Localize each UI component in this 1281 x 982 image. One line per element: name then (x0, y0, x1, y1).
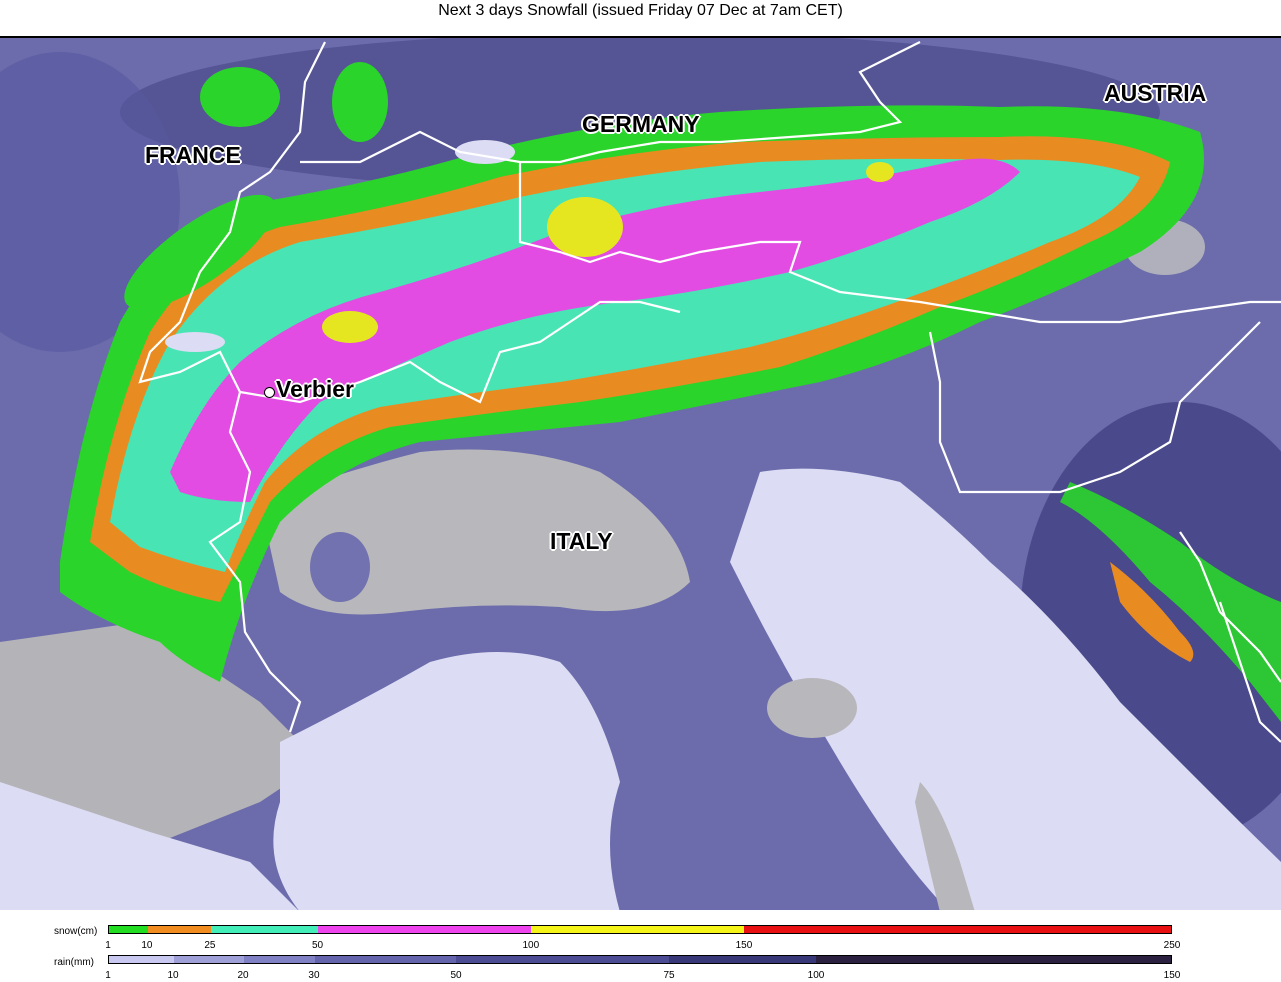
rain-legend-label: rain(mm) (54, 957, 94, 968)
snow-legend-segment (318, 926, 532, 933)
resort-marker-verbier[interactable] (264, 387, 275, 398)
country-label-france: FRANCE (145, 142, 241, 168)
country-label-italy: ITALY (550, 528, 613, 554)
snow-legend-tick: 25 (204, 940, 216, 951)
snow-legend-segment (743, 926, 1171, 933)
rain-legend-tick: 20 (237, 970, 249, 981)
po-valley-rain-spot (310, 532, 370, 602)
snow-legend-segment (531, 926, 744, 933)
snow-legend-segment (109, 926, 148, 933)
rain-color-bar (108, 955, 1172, 964)
rain-legend-tick: 50 (450, 970, 462, 981)
apennine-dry-spot (767, 678, 857, 738)
snow-legend-segment (210, 926, 319, 933)
country-label-austria: AUSTRIA (1104, 80, 1207, 106)
snow-legend-tick: 100 (522, 940, 540, 951)
snow-legend-tick: 150 (735, 940, 753, 951)
map-title: Next 3 days Snowfall (issued Friday 07 D… (438, 2, 843, 19)
rain-legend-tick: 150 (1163, 970, 1181, 981)
snow-vosges (200, 67, 280, 127)
rain-legend-tick: 10 (167, 970, 179, 981)
rain-legend-tick: 1 (105, 970, 111, 981)
rain-legend-segment (109, 956, 174, 963)
rain-legend-segment (243, 956, 315, 963)
snow-band-100-150-a (547, 197, 623, 257)
lake-geneva (165, 332, 225, 352)
snow-legend-tick: 1 (105, 940, 111, 951)
resort-label-verbier[interactable]: Verbier (276, 376, 354, 403)
rain-legend-segment (668, 956, 816, 963)
snow-band-100-150-c (866, 162, 894, 182)
rain-legend-tick: 100 (807, 970, 825, 981)
rain-legend-segment (173, 956, 244, 963)
legend: snow(cm) 1 10 25 50 100 150 250 rain(mm) 1 10 20… (0, 910, 1281, 982)
rain-legend-segment (314, 956, 457, 963)
country-label-germany: GERMANY (582, 111, 700, 137)
snow-legend-tick: 50 (311, 940, 324, 951)
snow-legend-segment (147, 926, 211, 933)
snow-legend-tick: 10 (141, 940, 153, 951)
snow-legend-tick: 250 (1163, 940, 1181, 951)
snow-band-100-150-b (322, 311, 378, 343)
rain-legend-tick: 30 (308, 970, 320, 981)
snow-black-forest (332, 62, 388, 142)
rain-legend-segment (815, 956, 1171, 963)
rain-legend-tick: 75 (663, 970, 675, 981)
snow-color-bar (108, 925, 1172, 934)
snow-legend-label: snow(cm) (54, 926, 98, 937)
snowfall-map[interactable]: FRANCE GERMANY AUSTRIA ITALY Verbier (0, 36, 1281, 910)
rain-legend-segment (456, 956, 669, 963)
